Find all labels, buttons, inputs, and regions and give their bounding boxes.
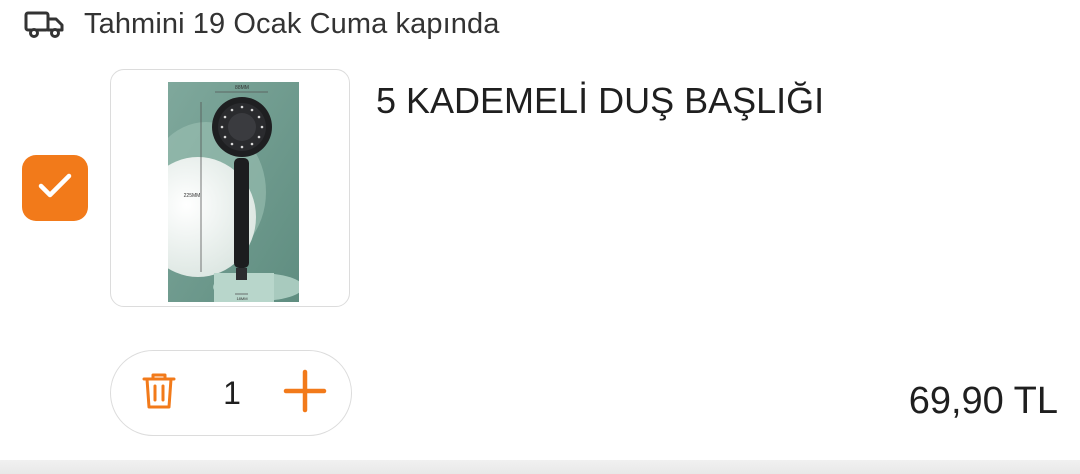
delivery-info: Tahmini 19 Ocak Cuma kapında	[24, 4, 499, 44]
delete-button[interactable]	[135, 369, 183, 417]
checkmark-icon	[37, 171, 73, 206]
dimension-bottom-label: 18MM	[236, 296, 247, 301]
trash-icon	[141, 371, 177, 416]
quantity-value: 1	[223, 374, 241, 411]
dimension-side-label: 225MM	[184, 193, 201, 199]
truck-icon	[24, 10, 64, 38]
divider	[0, 460, 1080, 474]
product-thumbnail[interactable]: 88MM 225MM 18MM	[110, 69, 350, 307]
increase-quantity-button[interactable]	[281, 369, 329, 417]
product-title[interactable]: 5 KADEMELİ DUŞ BAŞLIĞI	[376, 80, 824, 122]
item-price: 69,90 TL	[908, 380, 1058, 422]
dimension-top-label: 88MM	[235, 85, 249, 91]
item-select-checkbox[interactable]	[22, 155, 88, 221]
cart-item-card: Tahmini 19 Ocak Cuma kapında 88MM 225MM …	[0, 0, 1080, 474]
delivery-estimate-text: Tahmini 19 Ocak Cuma kapında	[84, 7, 500, 40]
shower-head-product-image: 88MM 225MM 18MM	[168, 82, 299, 302]
plus-icon	[283, 369, 327, 418]
quantity-stepper: 1	[110, 350, 352, 436]
